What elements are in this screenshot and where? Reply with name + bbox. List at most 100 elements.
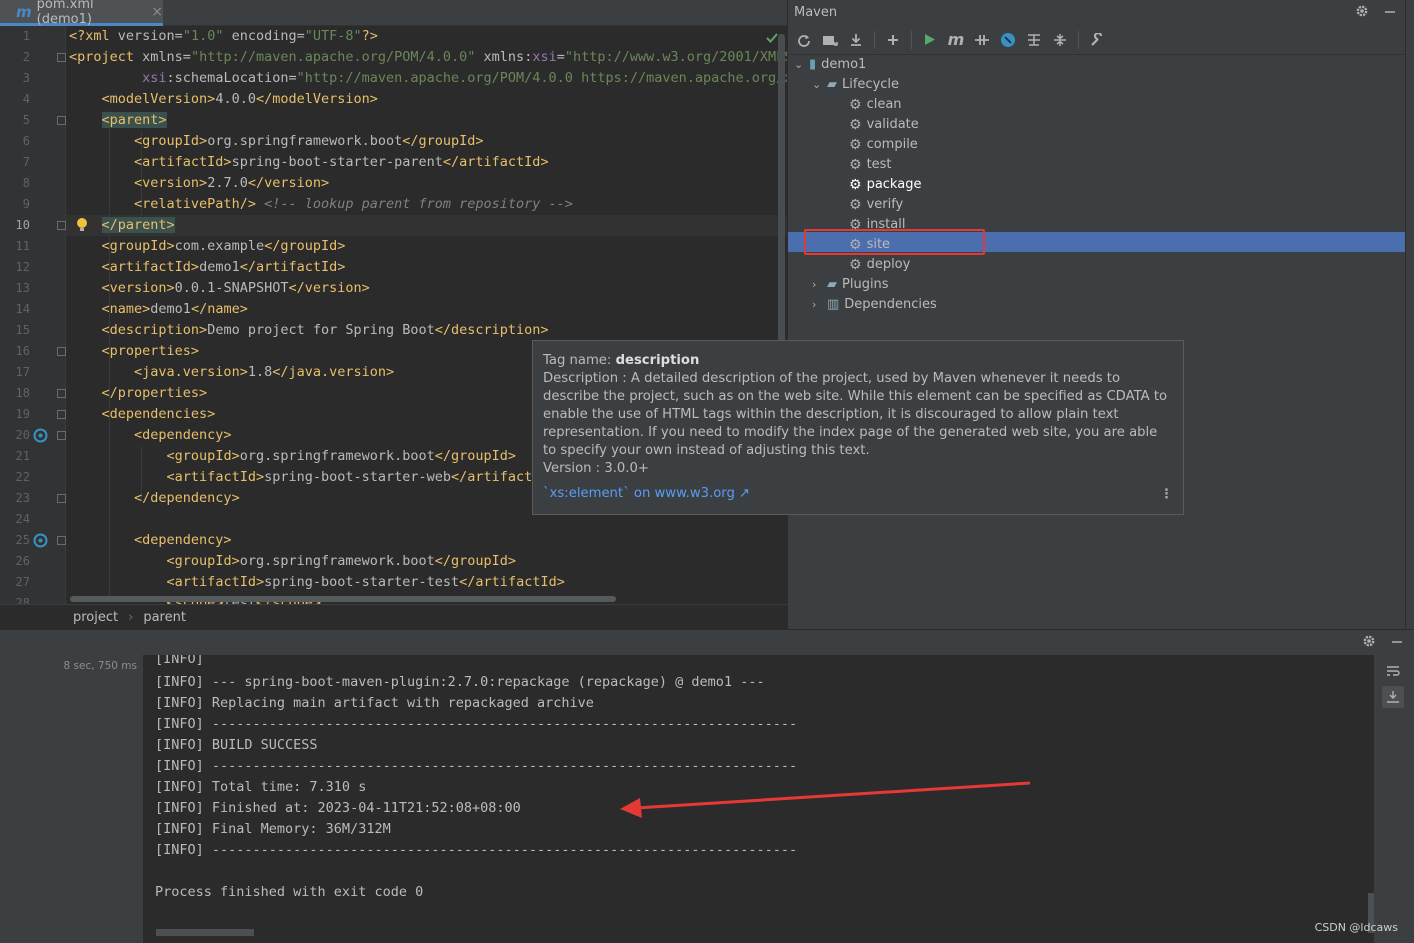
tree-node-phase-test[interactable]: ⚙ test <box>849 155 892 175</box>
folder-icon: ▰ <box>827 77 837 92</box>
tree-node-phase-verify[interactable]: ⚙ verify <box>849 195 903 215</box>
code-area[interactable]: <?xml version="1.0" encoding="UTF-8"?> <… <box>66 26 787 604</box>
run-tree-panel: 8 sec, 750 ms <box>0 655 144 943</box>
line-number: 13 <box>15 281 30 295</box>
tree-node-plugins[interactable]: › ▰ Plugins <box>812 275 889 295</box>
run-icon[interactable] <box>920 30 940 50</box>
code-editor[interactable]: 1 2 3 4 5 6 7 8 9 10 11 12 13 14 15 16 17 18 19 20 21 22 23 24 2… <box>0 26 787 604</box>
dependency-update-icon[interactable] <box>33 428 48 443</box>
gear-icon: ⚙ <box>849 177 862 193</box>
collapse-all-icon[interactable] <box>1050 30 1070 50</box>
line-number: 26 <box>15 554 30 568</box>
line-number: 6 <box>22 134 30 148</box>
elapsed-time: 8 sec, 750 ms <box>63 660 137 672</box>
tree-node-phase-compile[interactable]: ⚙ compile <box>849 135 918 155</box>
scroll-to-end-icon[interactable] <box>1382 686 1404 708</box>
tooltip-version: Version : 3.0.0+ <box>543 461 649 476</box>
fold-marker-icon[interactable] <box>57 53 66 62</box>
settings-wrench-icon[interactable] <box>1087 30 1107 50</box>
console-line: [INFO] ---------------------------------… <box>155 842 798 858</box>
tree-node-root[interactable]: ⌄ ▮ demo1 <box>794 55 866 75</box>
skip-tests-icon[interactable] <box>998 30 1018 50</box>
maven-title: Maven <box>794 5 838 20</box>
line-number: 8 <box>22 176 30 190</box>
gear-icon[interactable] <box>1355 4 1369 18</box>
line-number: 28 <box>15 596 30 604</box>
chevron-right-icon[interactable]: › <box>812 295 822 315</box>
editor-vertical-scrollbar[interactable] <box>778 34 785 354</box>
line-number: 15 <box>15 323 30 337</box>
line-number: 17 <box>15 365 30 379</box>
gear-icon[interactable] <box>1362 634 1376 648</box>
code-line: <version>0.0.1-SNAPSHOT</version> <box>101 280 370 296</box>
toggle-offline-icon[interactable] <box>972 30 992 50</box>
more-options-icon[interactable]: ⋮ <box>1160 486 1173 504</box>
code-line: </properties> <box>101 385 208 401</box>
project-icon: ▮ <box>809 57 817 72</box>
code-line: <artifactId>demo1</artifactId> <box>101 259 346 275</box>
fold-marker-icon[interactable] <box>57 221 66 230</box>
console-horizontal-scrollbar[interactable] <box>156 929 254 936</box>
breadcrumb-project[interactable]: project <box>73 610 118 625</box>
line-number-gutter: 1 2 3 4 5 6 7 8 9 10 11 12 13 14 15 16 17 18 19 20 21 22 23 24 2… <box>0 26 66 604</box>
tab-pom-xml[interactable]: m pom.xml (demo1) × <box>0 0 163 27</box>
tree-node-label: demo1 <box>821 57 867 72</box>
soft-wrap-icon[interactable] <box>1382 661 1404 683</box>
tree-node-phase-validate[interactable]: ⚙ validate <box>849 115 919 135</box>
show-dependencies-icon[interactable] <box>1024 30 1044 50</box>
editor-tab-bar: m pom.xml (demo1) × <box>0 0 787 27</box>
code-line: <groupId>org.springframework.boot</group… <box>166 553 517 569</box>
maven-goal-icon[interactable]: m <box>946 30 966 50</box>
reload-icon[interactable] <box>794 30 814 50</box>
console-line: [INFO] Final Memory: 36M/312M <box>155 821 391 837</box>
tree-node-dependencies[interactable]: › ▥ Dependencies <box>812 295 937 315</box>
tooltip-tag-name: description <box>615 353 700 368</box>
line-number: 25 <box>15 533 30 547</box>
download-icon[interactable] <box>846 30 866 50</box>
chevron-down-icon[interactable]: ⌄ <box>794 55 804 75</box>
code-line: <artifactId>spring-boot-starter-parent</… <box>134 154 549 170</box>
fold-marker-icon[interactable] <box>57 431 66 440</box>
watermark: CSDN @ldcaws <box>1314 921 1398 934</box>
dependency-update-icon[interactable] <box>33 533 48 548</box>
tooltip-w3-link[interactable]: `xs:element` on www.w3.org ↗ <box>543 485 1173 503</box>
line-number: 16 <box>15 344 30 358</box>
editor-horizontal-scrollbar[interactable] <box>70 596 616 602</box>
code-line: <artifactId>spring-boot-starter-test</ar… <box>166 574 565 590</box>
breadcrumb-parent[interactable]: parent <box>143 610 186 625</box>
fold-marker-icon[interactable] <box>57 116 66 125</box>
minimize-icon[interactable] <box>1390 634 1404 648</box>
code-line: <dependency> <box>134 532 232 548</box>
gear-icon: ⚙ <box>849 197 862 213</box>
chevron-right-icon[interactable]: › <box>812 275 822 295</box>
tree-node-phase-deploy[interactable]: ⚙ deploy <box>849 255 910 275</box>
fold-marker-icon[interactable] <box>57 536 66 545</box>
tree-node-lifecycle[interactable]: ⌄ ▰ Lifecycle <box>812 75 899 95</box>
documentation-tooltip: Tag name: description Description : A de… <box>532 340 1184 515</box>
close-icon[interactable]: × <box>151 4 163 20</box>
fold-marker-icon[interactable] <box>57 347 66 356</box>
line-number: 27 <box>15 575 30 589</box>
line-number: 18 <box>15 386 30 400</box>
fold-marker-icon[interactable] <box>57 389 66 398</box>
code-line: <dependency> <box>134 427 232 443</box>
tree-node-phase-package[interactable]: ⚙ package <box>849 175 921 195</box>
line-number: 9 <box>22 197 30 211</box>
line-number: 23 <box>15 491 30 505</box>
intention-bulb-icon[interactable] <box>76 217 91 232</box>
gear-icon: ⚙ <box>849 257 862 273</box>
minimize-icon[interactable] <box>1383 4 1397 18</box>
console-toolbar <box>1374 655 1414 943</box>
tree-node-phase-clean[interactable]: ⚙ clean <box>849 95 902 115</box>
line-number: 4 <box>22 92 30 106</box>
maven-file-icon: m <box>16 2 32 21</box>
breadcrumb-separator: › <box>128 609 134 625</box>
code-line: <parent> <box>101 112 167 128</box>
plus-icon[interactable] <box>883 30 903 50</box>
fold-marker-icon[interactable] <box>57 494 66 503</box>
chevron-down-icon[interactable]: ⌄ <box>812 75 822 95</box>
console-output[interactable]: [INFO] [INFO] --- spring-boot-maven-plug… <box>144 655 1374 943</box>
add-project-icon[interactable] <box>820 30 840 50</box>
console-line: [INFO] Finished at: 2023-04-11T21:52:08+… <box>155 800 521 816</box>
fold-marker-icon[interactable] <box>57 410 66 419</box>
